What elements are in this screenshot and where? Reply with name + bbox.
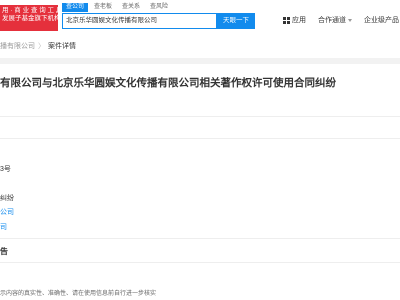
breadcrumb-current: 案件详情 — [48, 43, 76, 50]
top-header: 用 · 商 业 查 询 工 具 发展子基金旗下机构 查公司 查老板 查关系 查风… — [0, 0, 400, 36]
chevron-down-icon — [348, 18, 352, 22]
site-logo[interactable]: 用 · 商 业 查 询 工 具 发展子基金旗下机构 — [0, 5, 58, 31]
nav-enterprise-label: 企业级产品 — [364, 17, 399, 24]
tab-risk[interactable]: 查风险 — [146, 3, 172, 12]
nav-apps[interactable]: 应用 — [283, 15, 306, 25]
divider — [0, 116, 400, 117]
search-input[interactable]: 北京乐华圆娱文化传播有限公司 — [62, 13, 217, 29]
logo-line-2: 发展子基金旗下机构 — [2, 15, 58, 22]
logo-line-1: 用 · 商 业 查 询 工 具 — [2, 7, 58, 14]
party-link-2[interactable]: 司 — [0, 222, 7, 232]
search-button[interactable]: 天眼一下 — [217, 13, 255, 29]
tab-company[interactable]: 查公司 — [62, 3, 89, 12]
nav-cooperation[interactable]: 合作通道 — [318, 15, 352, 25]
breadcrumb-company[interactable]: 播有限公司 — [0, 43, 35, 50]
divider — [0, 238, 400, 239]
apps-grid-icon — [283, 16, 290, 24]
search-tabs: 查公司 查老板 查关系 查风险 — [62, 3, 174, 12]
tab-boss[interactable]: 查老板 — [90, 3, 116, 12]
nav-apps-label: 应用 — [292, 17, 306, 24]
case-title: 有限公司与北京乐华圆娱文化传播有限公司相关著作权许可使用合同纠纷 — [0, 77, 336, 89]
party-link-1[interactable]: 公司 — [0, 207, 14, 217]
case-cause-value: 纠纷 — [0, 195, 14, 202]
divider — [0, 138, 400, 139]
breadcrumb-separator: 〉 — [38, 43, 45, 50]
nav-enterprise[interactable]: 企业级产品 — [364, 15, 400, 25]
divider — [0, 262, 400, 263]
nav-cooperation-label: 合作通道 — [318, 17, 346, 24]
section-heading: 告 — [0, 247, 8, 256]
tab-relation[interactable]: 查关系 — [118, 3, 144, 12]
breadcrumb: 播有限公司〉案件详情 — [0, 40, 400, 54]
disclaimer-text: 示内容的真实性、准确性、请在使用信息前自行进一步核实 — [0, 291, 157, 297]
top-nav: 应用 合作通道 企业级产品 — [283, 15, 400, 25]
case-detail-card — [0, 58, 400, 300]
case-number-value: 3号 — [0, 166, 11, 173]
